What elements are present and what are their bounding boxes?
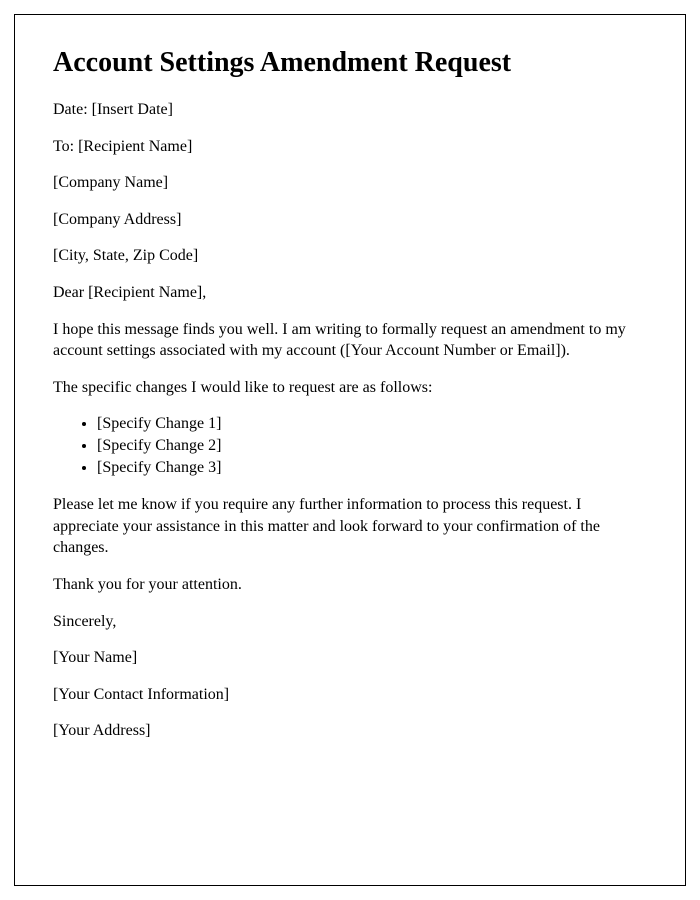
thank-you-line: Thank you for your attention. [53,574,647,596]
date-line: Date: [Insert Date] [53,99,647,121]
list-item: [Specify Change 1] [97,413,647,435]
your-name-line: [Your Name] [53,647,647,669]
company-name-line: [Company Name] [53,172,647,194]
document-title: Account Settings Amendment Request [53,47,647,79]
list-item: [Specify Change 2] [97,435,647,457]
closing-paragraph: Please let me know if you require any fu… [53,494,647,559]
city-state-zip-line: [City, State, Zip Code] [53,245,647,267]
company-address-line: [Company Address] [53,209,647,231]
signoff-line: Sincerely, [53,611,647,633]
salutation-line: Dear [Recipient Name], [53,282,647,304]
changes-list: [Specify Change 1] [Specify Change 2] [S… [97,413,647,478]
document-frame: Account Settings Amendment Request Date:… [14,14,686,886]
intro-paragraph: I hope this message finds you well. I am… [53,319,647,362]
your-contact-line: [Your Contact Information] [53,684,647,706]
list-item: [Specify Change 3] [97,457,647,479]
your-address-line: [Your Address] [53,720,647,742]
changes-intro: The specific changes I would like to req… [53,377,647,399]
to-line: To: [Recipient Name] [53,136,647,158]
